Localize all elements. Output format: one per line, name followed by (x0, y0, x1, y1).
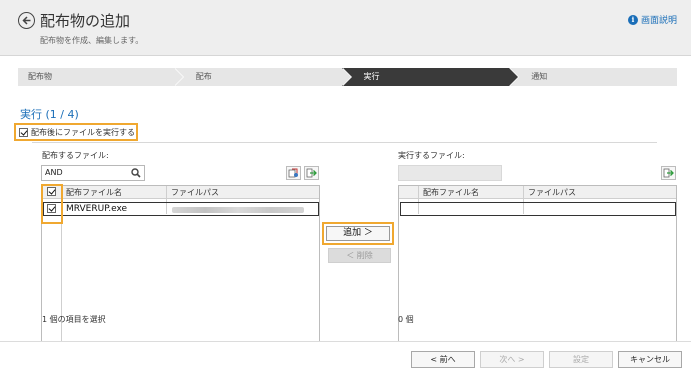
main-content: 配布物 配布 実行 通知 実行 (1 / 4) 配布後にファイルを実行する 配布… (0, 57, 691, 379)
column-header: ファイルパス (171, 188, 219, 197)
column-header: ファイルパス (528, 188, 576, 197)
search-icon[interactable] (131, 168, 141, 178)
table-header: 配布ファイル名 ファイルパス (399, 186, 676, 199)
help-link[interactable]: i 画面説明 (627, 13, 677, 26)
checkbox-icon[interactable] (19, 127, 28, 137)
execute-count: 0 個 (398, 315, 414, 324)
search-value: AND (45, 168, 63, 177)
step-label: 配布 (195, 72, 212, 81)
back-arrow-icon[interactable] (18, 12, 35, 29)
step-label: 通知 (531, 72, 548, 81)
table-header: 配布ファイル名 ファイルパス (42, 186, 319, 199)
help-label: 画面説明 (640, 16, 677, 26)
execute-file-table: 配布ファイル名 ファイルパス (398, 185, 677, 361)
table-row[interactable]: MRVERUP.exe (43, 202, 319, 216)
add-button[interactable]: 追加 ＞ (326, 226, 390, 241)
step-distribution: 配布 (173, 68, 352, 86)
page-subtitle: 配布物を作成、編集します。 (40, 36, 144, 45)
wizard-steps: 配布物 配布 実行 通知 (18, 68, 677, 86)
exec-after-distribution-checkbox[interactable]: 配布後にファイルを実行する (14, 123, 138, 141)
source-file-table: 配布ファイル名 ファイルパス MRVERUP.exe (41, 185, 320, 362)
import-icon (663, 168, 674, 178)
add-button-highlight: 追加 ＞ (322, 222, 394, 245)
remove-button[interactable]: ＜ 削除 (328, 248, 391, 263)
step-execute: 実行 (341, 68, 520, 86)
step-notify: 通知 (509, 68, 677, 86)
file-path-cell (172, 207, 304, 213)
destination-import-button[interactable] (661, 166, 676, 180)
step-label: 実行 (363, 72, 380, 81)
page-title: 配布物の追加 (40, 12, 131, 30)
info-icon: i (627, 14, 638, 25)
export-icon (288, 168, 298, 178)
select-all-checkbox[interactable] (47, 187, 56, 196)
column-header: 配布ファイル名 (66, 188, 122, 197)
step-label: 配布物 (28, 72, 52, 81)
column-header: 配布ファイル名 (423, 188, 479, 197)
file-name-cell: MRVERUP.exe (66, 204, 128, 214)
exec-after-distribution-label: 配布後にファイルを実行する (31, 127, 135, 137)
execute-files-label: 実行するファイル: (398, 151, 465, 160)
destination-filter (398, 165, 502, 181)
source-files-label: 配布するファイル: (42, 151, 109, 160)
step-distributable: 配布物 (18, 68, 184, 86)
progress-label: 実行 (1 / 4) (20, 108, 79, 121)
table-row[interactable] (400, 202, 676, 216)
footer-bar: < 前へ 次へ > 設定 キャンセル (0, 341, 691, 379)
export-button[interactable] (286, 166, 301, 180)
prev-button[interactable]: < 前へ (411, 351, 475, 368)
next-button[interactable]: 次へ > (480, 351, 544, 368)
search-input[interactable]: AND (41, 165, 145, 181)
cancel-button[interactable]: キャンセル (618, 351, 682, 368)
selection-count: 1 個の項目を選択 (42, 315, 106, 324)
import-button[interactable] (304, 166, 319, 180)
settings-button[interactable]: 設定 (549, 351, 613, 368)
import-icon (306, 168, 317, 178)
row-checkbox[interactable] (47, 204, 56, 213)
page-header: 配布物の追加 配布物を作成、編集します。 i 画面説明 (0, 0, 691, 56)
